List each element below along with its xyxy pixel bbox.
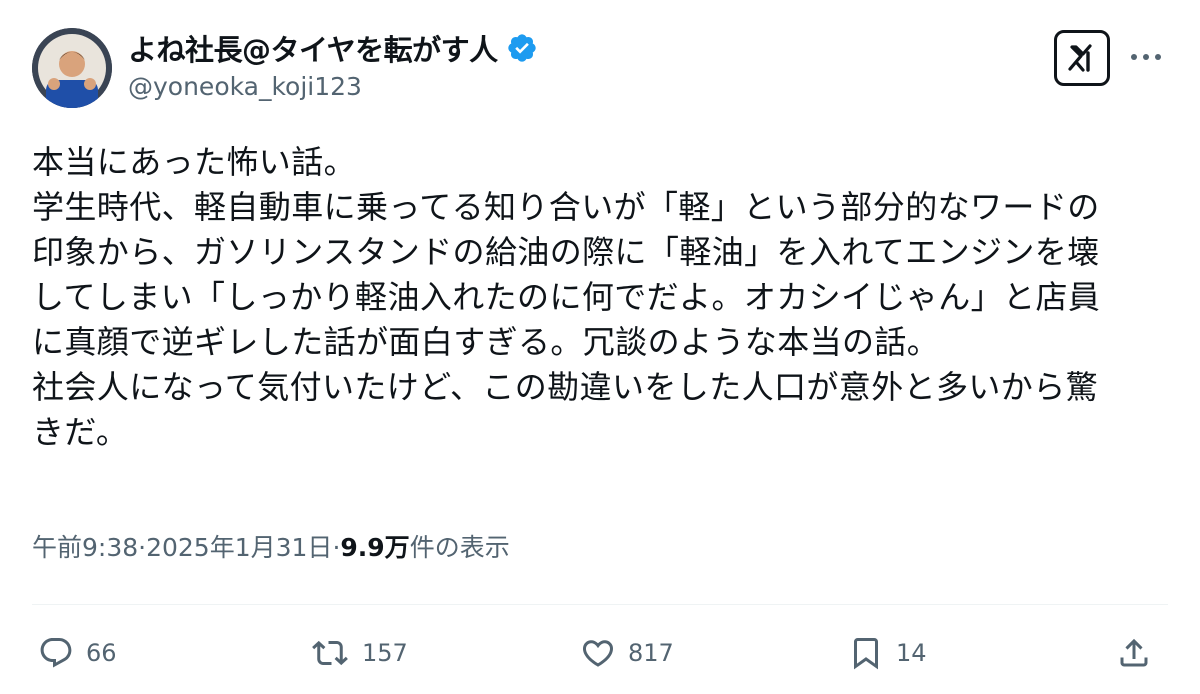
verified-badge-icon [506,32,538,64]
tweet-text-line: 印象から、ガソリンスタンドの給油の際に「軽油」を入れてエンジンを壊 [32,233,1100,271]
tweet-text-line: 社会人になって気付いたけど、この勘違いをした人口が意外と多いから驚 [32,368,1099,406]
more-dots-icon [1131,54,1161,60]
tweet-text-line: 学生時代、軽自動車に乗ってる知り合いが「軽」という部分的なワードの [32,188,1100,226]
repost-count: 157 [362,639,408,667]
meta-separator: · [138,533,147,562]
tweet-text: 本当にあった怖い話。 学生時代、軽自動車に乗ってる知り合いが「軽」という部分的な… [32,140,1172,455]
tweet-text-line: してしまい「しっかり軽油入れたのに何でだよ。オカシイじゃん」と店員 [32,278,1101,316]
tweet-time[interactable]: 午前9:38 [32,528,138,564]
author-name-row[interactable]: よね社長@タイヤを転がす人 [128,28,538,68]
author-display-name[interactable]: よね社長@タイヤを転がす人 [128,27,498,69]
like-count: 817 [628,639,674,667]
reply-icon [40,638,72,668]
tweet-date[interactable]: 2025年1月31日 [146,528,332,564]
tweet-text-line: 本当にあった怖い話。 [32,143,357,181]
bookmark-button[interactable]: 14 [848,628,927,678]
reply-button[interactable]: 66 [38,628,117,678]
author-handle[interactable]: @yoneoka_koji123 [128,72,362,101]
action-bar: 66 157 817 14 [32,628,1168,678]
tweet-meta: 午前9:38 · 2025年1月31日 · 9.9万 件の表示 [32,528,510,564]
repost-button[interactable]: 157 [310,628,408,678]
share-button[interactable] [1116,628,1152,678]
tweet-text-line: きだ。 [32,413,129,451]
bookmark-count: 14 [896,639,927,667]
reply-count: 66 [86,639,117,667]
meta-separator: · [332,533,341,562]
avatar-image [32,28,112,108]
views-count[interactable]: 9.9万 [340,528,409,564]
grok-icon [1068,44,1092,72]
more-button[interactable] [1126,42,1166,72]
heart-icon [582,640,614,667]
tweet-card: よね社長@タイヤを転がす人 @yoneoka_koji123 本当にあった怖い話… [0,0,1200,694]
avatar[interactable] [32,28,112,108]
tweet-text-line: に真顔で逆ギレした話が面白すぎる。冗談のような本当の話。 [32,323,940,361]
grok-button[interactable] [1054,30,1110,86]
share-icon [1120,638,1148,667]
divider [32,604,1168,605]
bookmark-icon [854,638,878,670]
views-label[interactable]: 件の表示 [410,528,510,564]
repost-icon [312,640,348,666]
like-button[interactable]: 817 [580,628,674,678]
